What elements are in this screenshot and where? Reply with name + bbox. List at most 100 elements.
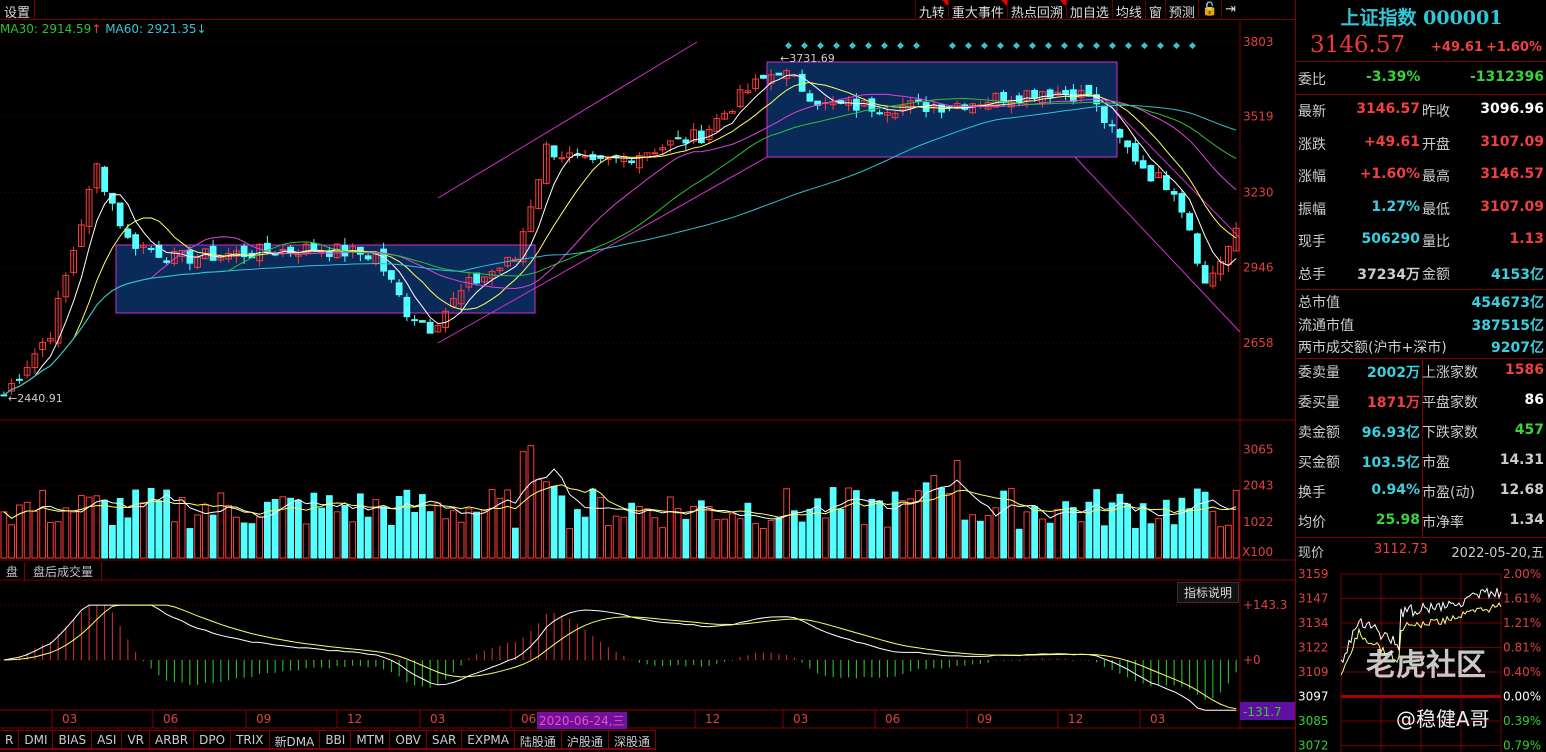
volume-bar xyxy=(589,488,597,559)
mini-left-tick: 3072 xyxy=(1298,739,1329,752)
quote-value: 0.94% xyxy=(1371,482,1420,498)
volume-bar xyxy=(109,524,116,559)
volume-bar xyxy=(411,511,418,559)
volume-bar xyxy=(194,514,201,559)
volume-bar xyxy=(62,507,70,559)
indicator-tab[interactable]: 深股通 xyxy=(609,731,656,749)
indicator-tab[interactable]: MTM xyxy=(351,731,391,748)
indicator-tab[interactable]: ASI xyxy=(92,731,123,748)
indicator-tab[interactable]: SAR xyxy=(427,731,463,748)
volume-bar xyxy=(54,521,62,559)
volume-bar xyxy=(225,504,232,559)
candle xyxy=(806,93,814,102)
quote-label: 下跌家数 xyxy=(1422,425,1478,441)
candle xyxy=(1194,233,1201,264)
indicator-tab[interactable]: BIAS xyxy=(53,731,93,748)
quote-label: 涨跌 xyxy=(1298,136,1326,153)
indicator-tab[interactable]: DPO xyxy=(194,731,232,748)
volume-bar xyxy=(426,511,434,559)
market-label: 两市成交额(沪市+深市) xyxy=(1298,340,1447,356)
volume-bar xyxy=(884,526,891,559)
kline-chart[interactable]: 3803 3519 3230 2946 2658 ←3731.69 ←2440.91 ◆ ◆ ◆ ◆… xyxy=(0,0,1295,730)
volume-bar xyxy=(171,521,178,559)
signal-marker: ◆ xyxy=(881,41,888,51)
volume-bar xyxy=(1194,488,1201,559)
volume-bar xyxy=(248,523,256,559)
quote-row: 涨幅 +1.60% 最高 3146.57 xyxy=(1296,166,1546,196)
volume-bar xyxy=(922,482,930,559)
volume-bar xyxy=(186,528,194,559)
candle xyxy=(775,72,783,76)
signal-marker: ◆ xyxy=(865,41,872,51)
trend-line xyxy=(1104,99,1241,239)
x-tick-label: 03 xyxy=(1150,712,1165,726)
volume-bar xyxy=(233,516,240,559)
volume-bar xyxy=(1139,503,1147,559)
indicator-tab[interactable]: TRIX xyxy=(231,731,270,748)
volume-bar xyxy=(938,487,945,559)
quote-label: 换手 xyxy=(1298,485,1326,501)
volume-bar xyxy=(434,502,442,559)
trend-line xyxy=(437,41,698,199)
indicator-tab[interactable]: R xyxy=(0,731,20,748)
volume-bar xyxy=(1186,508,1193,559)
indicator-tab[interactable]: OBV xyxy=(390,731,427,748)
volume-tick: 2043 xyxy=(1243,479,1274,493)
volume-bar xyxy=(124,517,132,559)
candle xyxy=(674,137,682,140)
volume-bar xyxy=(403,489,411,559)
volume-bar xyxy=(612,515,620,559)
volume-bar xyxy=(217,492,225,559)
tab-after-hours-volume[interactable]: 盘后成交量 xyxy=(25,562,103,581)
volume-bar xyxy=(829,487,837,559)
signal-marker: ◆ xyxy=(1173,41,1180,51)
volume-bar xyxy=(566,528,573,559)
candle xyxy=(1163,175,1170,191)
volume-bar xyxy=(302,523,310,559)
quote-row: 振幅 1.27% 最低 3107.09 xyxy=(1296,199,1546,229)
quote-label: 买金额 xyxy=(1298,455,1340,471)
indicator-tab[interactable]: 陆股通 xyxy=(515,731,562,749)
candle xyxy=(124,228,132,238)
signal-marker: ◆ xyxy=(997,41,1004,51)
quote-value: 1871万 xyxy=(1367,395,1420,411)
volume-bar xyxy=(930,475,938,559)
volume-bar xyxy=(465,508,473,559)
volume-bar xyxy=(845,487,852,559)
quote-value: 1586 xyxy=(1505,362,1544,378)
indicator-tab[interactable]: 沪股通 xyxy=(562,731,609,749)
tab-pan[interactable]: 盘 xyxy=(0,562,26,581)
candle xyxy=(16,378,23,381)
quote-row: 委卖量 2002万 上涨家数 1586 xyxy=(1296,362,1546,392)
quote-row: 卖金额 96.93亿 下跌家数 457 xyxy=(1296,422,1546,452)
signal-marker: ◆ xyxy=(1157,41,1164,51)
volume-bar xyxy=(977,520,984,559)
indicator-tabs: R DMI BIAS ASI VR ARBR DPO TRIX 新DMA BBI MTM OBV SAR… xyxy=(0,730,656,750)
volume-bar xyxy=(891,491,899,559)
indicator-tab[interactable]: ARBR xyxy=(150,731,195,748)
indicator-tab[interactable]: 新DMA xyxy=(270,731,321,749)
indicator-tab[interactable]: BBI xyxy=(320,731,352,748)
signal-marker: ◆ xyxy=(913,41,920,51)
volume-bar xyxy=(1232,489,1240,559)
signal-marker: ◆ xyxy=(981,41,988,51)
x-tick-label: 12 xyxy=(347,712,362,726)
indicator-tab[interactable]: DMI xyxy=(19,731,54,748)
indicator-tab[interactable]: VR xyxy=(122,731,151,748)
price-tick: 3519 xyxy=(1243,110,1274,124)
volume-tabs: 盘 盘后成交量 xyxy=(0,562,103,581)
quote-label: 开盘 xyxy=(1422,136,1450,153)
candle xyxy=(1101,105,1108,123)
indicator-help-button[interactable]: 指标说明 xyxy=(1177,582,1240,603)
volume-bar xyxy=(496,497,504,559)
volume-bar xyxy=(349,521,356,559)
candle xyxy=(589,154,597,161)
volume-bar xyxy=(1031,506,1038,559)
indicator-tab[interactable]: EXPMA xyxy=(462,731,515,748)
volume-tick: 1022 xyxy=(1243,515,1274,529)
quote-value: 3107.09 xyxy=(1480,198,1544,215)
quote-label: 振幅 xyxy=(1298,201,1326,218)
quote-value: 1.13 xyxy=(1509,231,1544,247)
candle xyxy=(1178,193,1186,213)
volume-bar xyxy=(519,451,527,559)
